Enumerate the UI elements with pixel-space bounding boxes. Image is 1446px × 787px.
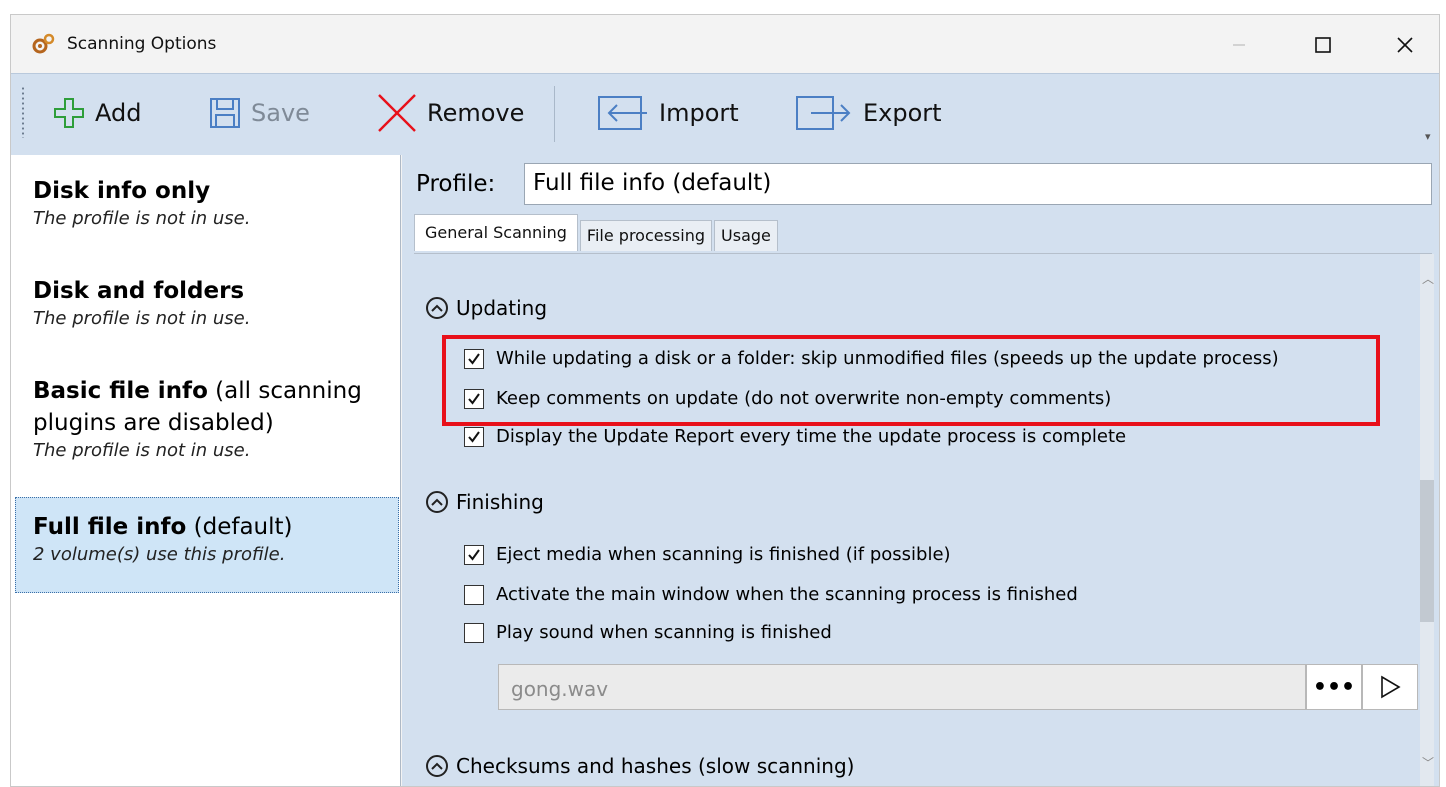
- section-title: Checksums and hashes (slow scanning): [456, 754, 855, 778]
- scrollbar-thumb[interactable]: [1420, 480, 1434, 622]
- profile-item[interactable]: Disk and folders The profile is not in u…: [33, 275, 399, 331]
- collapse-chevron-up-icon[interactable]: [426, 755, 448, 777]
- checkmark-icon: [468, 430, 480, 443]
- option-label: Eject media when scanning is finished (i…: [496, 544, 951, 565]
- tab-bar: General Scanning File processing Usage: [414, 214, 780, 251]
- checkbox-unchecked[interactable]: [464, 622, 484, 643]
- maximize-button[interactable]: [1301, 25, 1345, 65]
- profile-list: Disk info only The profile is not in use…: [11, 155, 401, 786]
- collapse-chevron-up-icon[interactable]: [426, 297, 448, 319]
- remove-button[interactable]: Remove: [375, 92, 524, 134]
- add-button[interactable]: Add: [51, 92, 141, 134]
- export-button[interactable]: Export: [793, 92, 942, 134]
- maximize-icon: [1315, 37, 1331, 53]
- play-sound-button[interactable]: [1362, 664, 1418, 710]
- toolbar: Add Save Remove Import Export ▾: [11, 73, 1439, 155]
- checkbox-unchecked[interactable]: [464, 584, 484, 605]
- tab-general-scanning[interactable]: General Scanning: [414, 214, 578, 251]
- red-highlight-box: [442, 335, 1380, 426]
- option-display-update-report[interactable]: Display the Update Report every time the…: [464, 426, 1126, 447]
- profile-name: Disk info only: [33, 178, 211, 204]
- general-scanning-panel: Updating While updating a disk or a fold…: [414, 253, 1434, 786]
- browse-sound-button[interactable]: •••: [1306, 664, 1362, 710]
- collapse-chevron-up-icon[interactable]: [426, 491, 448, 513]
- profile-label: Profile:: [416, 171, 496, 197]
- plus-icon: [54, 98, 84, 128]
- toolbar-grip[interactable]: [21, 86, 25, 138]
- export-icon: [796, 96, 851, 130]
- section-title: Finishing: [456, 490, 544, 514]
- play-icon: [1381, 675, 1401, 699]
- section-title: Updating: [456, 296, 548, 320]
- profile-item-selected[interactable]: Full file info (default) 2 volume(s) use…: [33, 511, 399, 567]
- checkbox-checked[interactable]: [464, 544, 484, 565]
- profile-name: Full file info: [33, 514, 187, 540]
- profile-name: Disk and folders: [33, 278, 245, 304]
- option-label: Play sound when scanning is finished: [496, 622, 832, 643]
- add-label: Add: [95, 99, 142, 127]
- profile-status: The profile is not in use.: [33, 440, 251, 461]
- option-play-sound[interactable]: Play sound when scanning is finished: [464, 622, 832, 643]
- scroll-up-icon[interactable]: ︿: [1422, 270, 1434, 287]
- x-remove-icon: [378, 94, 416, 132]
- profile-name-field[interactable]: Full file info (default): [524, 163, 1432, 205]
- toolbar-separator: [554, 86, 555, 142]
- remove-label: Remove: [427, 99, 525, 127]
- vertical-scrollbar[interactable]: ︿ ﹀: [1420, 254, 1434, 786]
- profile-suffix: (default): [186, 514, 293, 540]
- checkbox-checked[interactable]: [464, 426, 484, 447]
- profile-name: Basic file info: [33, 378, 208, 404]
- export-label: Export: [863, 99, 942, 127]
- import-button[interactable]: Import: [589, 92, 739, 134]
- finishing-section-header[interactable]: Finishing: [426, 490, 544, 514]
- save-button[interactable]: Save: [207, 92, 310, 134]
- profile-item[interactable]: Basic file info (all scanning plugins ar…: [33, 375, 399, 463]
- title-bar: Scanning Options: [11, 15, 1439, 73]
- option-label: Display the Update Report every time the…: [496, 426, 1127, 447]
- profile-status: The profile is not in use.: [33, 208, 251, 229]
- profile-status: The profile is not in use.: [33, 308, 251, 329]
- option-eject-media[interactable]: Eject media when scanning is finished (i…: [464, 544, 951, 565]
- checkmark-icon: [468, 548, 480, 561]
- save-label: Save: [251, 99, 310, 127]
- tab-file-processing[interactable]: File processing: [579, 220, 713, 251]
- minimize-icon: [1233, 44, 1245, 46]
- profile-editor: Profile: Full file info (default) Genera…: [402, 155, 1439, 786]
- scroll-down-icon[interactable]: ﹀: [1422, 754, 1434, 771]
- toolbar-overflow-icon[interactable]: ▾: [1425, 130, 1431, 143]
- profile-status: 2 volume(s) use this profile.: [33, 544, 286, 565]
- option-activate-main-window[interactable]: Activate the main window when the scanni…: [464, 584, 1078, 605]
- option-label: Activate the main window when the scanni…: [496, 584, 1078, 605]
- close-button[interactable]: [1383, 25, 1427, 65]
- import-label: Import: [659, 99, 739, 127]
- settings-gears-icon: [32, 33, 55, 54]
- profile-item[interactable]: Disk info only The profile is not in use…: [33, 175, 399, 231]
- checksums-section-header[interactable]: Checksums and hashes (slow scanning): [426, 754, 854, 778]
- window-title: Scanning Options: [67, 34, 217, 54]
- close-icon: [1397, 37, 1413, 53]
- minimize-button[interactable]: [1217, 25, 1261, 65]
- tab-usage[interactable]: Usage: [714, 220, 778, 251]
- scanning-options-window: Scanning Options Add Save Remove Import …: [10, 14, 1440, 787]
- import-icon: [598, 96, 647, 130]
- sound-file-input[interactable]: gong.wav: [498, 664, 1306, 710]
- floppy-disk-icon: [210, 98, 240, 128]
- updating-section-header[interactable]: Updating: [426, 296, 547, 320]
